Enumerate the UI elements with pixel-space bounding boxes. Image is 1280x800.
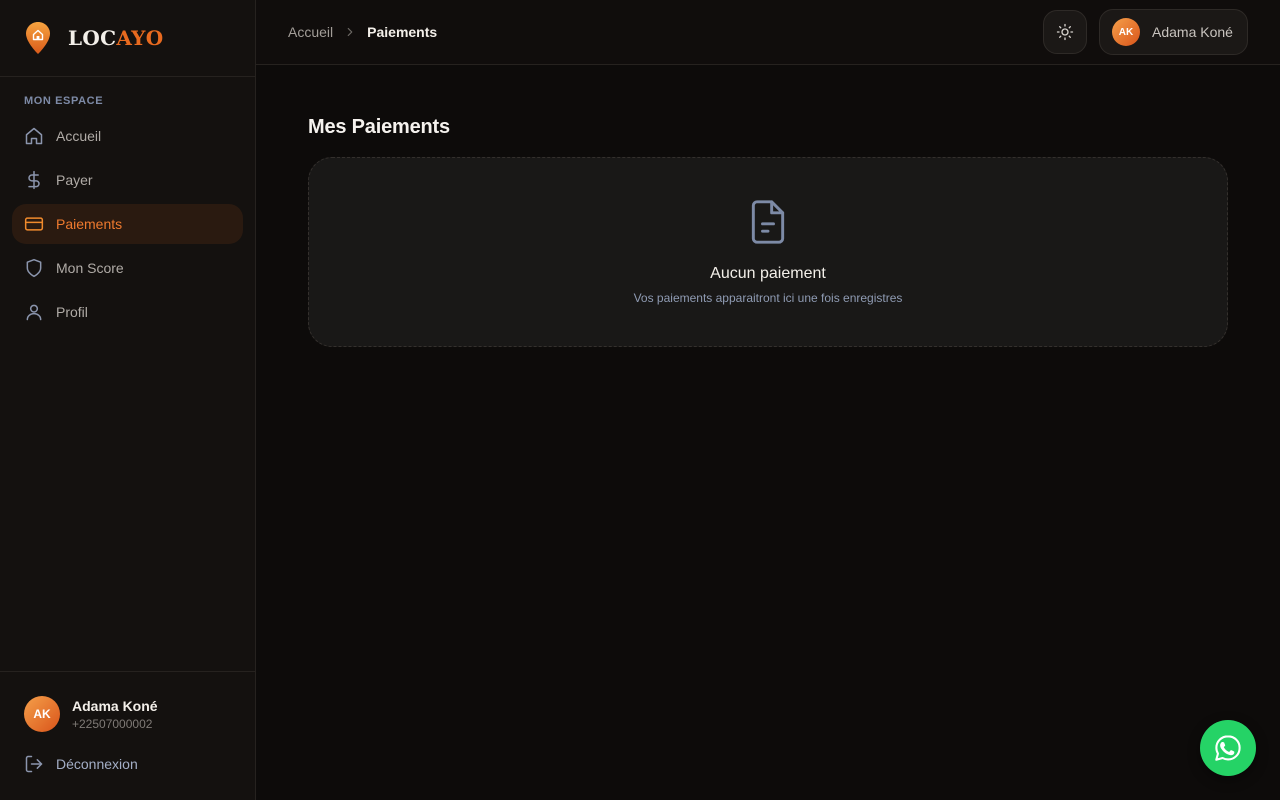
sidebar-item-profil[interactable]: Profil <box>12 292 243 332</box>
user-menu-button[interactable]: AK Adama Koné <box>1099 9 1248 55</box>
avatar: AK <box>1112 18 1140 46</box>
sidebar-footer: AK Adama Koné +22507000002 Déconnexion <box>0 671 255 800</box>
theme-toggle-button[interactable] <box>1043 10 1087 54</box>
sun-icon <box>1056 23 1074 41</box>
sidebar-item-mon-score[interactable]: Mon Score <box>12 248 243 288</box>
user-phone: +22507000002 <box>72 716 153 731</box>
logout-label: Déconnexion <box>56 756 138 772</box>
empty-state-subtitle: Vos paiements apparaitront ici une fois … <box>633 291 903 305</box>
logout-button[interactable]: Déconnexion <box>24 754 138 774</box>
credit-card-icon <box>24 217 44 231</box>
user-name: Adama Koné <box>72 697 158 714</box>
user-icon <box>26 304 42 321</box>
sidebar: LOCAYO MON ESPACE Accueil Payer Paiement… <box>0 0 256 800</box>
sidebar-nav: Accueil Payer Paiements Mon Score Profil <box>12 116 243 336</box>
sidebar-item-paiements[interactable]: Paiements <box>12 204 243 244</box>
shield-icon <box>26 258 42 278</box>
sidebar-item-label: Accueil <box>56 128 102 144</box>
top-header: Accueil Paiements AK Adama Koné <box>256 0 1280 65</box>
sidebar-item-label: Profil <box>56 304 88 320</box>
brand-part1: LOC <box>68 26 117 50</box>
brand-name: LOCAYO <box>68 26 163 50</box>
empty-state-card: Aucun paiement Vos paiements apparaitron… <box>308 157 1228 347</box>
document-icon <box>751 200 785 244</box>
sidebar-user: AK Adama Koné +22507000002 <box>24 696 158 732</box>
home-icon <box>25 127 43 145</box>
sidebar-item-payer[interactable]: Payer <box>12 160 243 200</box>
logo[interactable]: LOCAYO <box>0 0 255 77</box>
whatsapp-button[interactable] <box>1200 720 1256 776</box>
sidebar-item-label: Mon Score <box>56 260 124 276</box>
user-chip-name: Adama Koné <box>1152 24 1233 40</box>
avatar: AK <box>24 696 60 732</box>
logout-icon <box>25 755 43 773</box>
dollar-icon <box>28 170 40 190</box>
breadcrumb: Accueil Paiements <box>288 0 437 64</box>
brand-part2: AYO <box>116 26 164 50</box>
sidebar-item-label: Paiements <box>56 216 123 232</box>
sidebar-item-label: Payer <box>56 172 93 188</box>
section-label: MON ESPACE <box>24 95 104 107</box>
breadcrumb-home[interactable]: Accueil <box>288 24 333 40</box>
empty-state-title: Aucun paiement <box>710 265 826 282</box>
page-title: Mes Paiements <box>308 116 450 138</box>
breadcrumb-current: Paiements <box>367 24 438 40</box>
sidebar-item-accueil[interactable]: Accueil <box>12 116 243 156</box>
location-pin-icon <box>26 22 50 54</box>
whatsapp-icon <box>1215 735 1241 761</box>
chevron-right-icon <box>347 27 353 37</box>
user-info: Adama Koné +22507000002 <box>72 698 158 731</box>
